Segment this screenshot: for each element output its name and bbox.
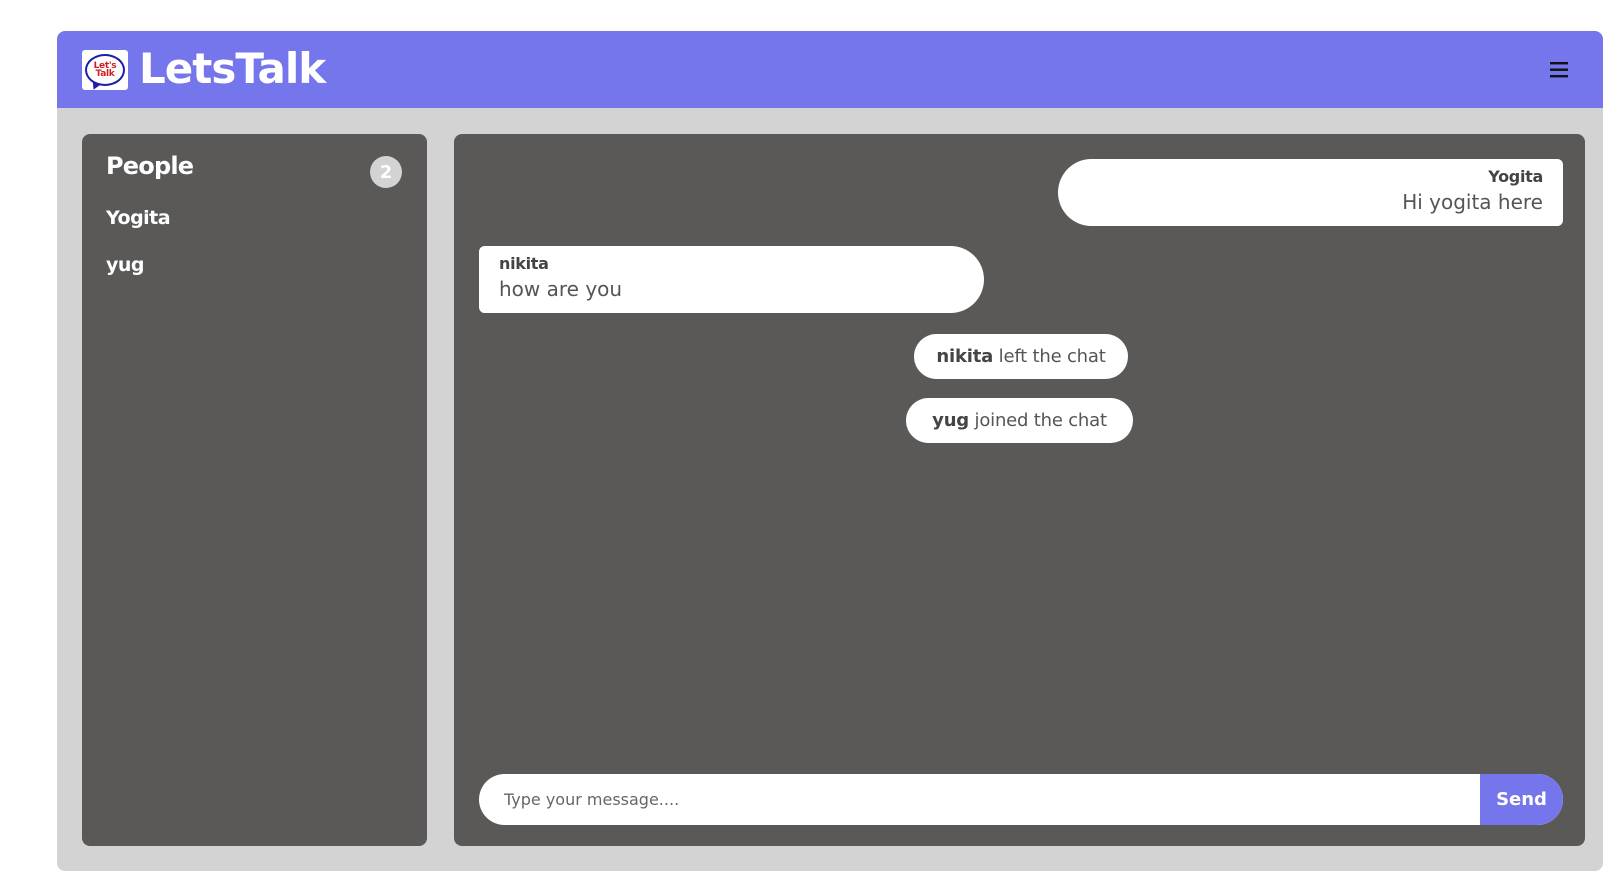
message-input[interactable] bbox=[479, 774, 1479, 825]
people-list: Yogita yug bbox=[106, 206, 171, 300]
message-sender: Yogita bbox=[1488, 167, 1543, 186]
people-item-yogita[interactable]: Yogita bbox=[106, 206, 171, 253]
chat-panel: Yogita Hi yogita here nikita how are you… bbox=[454, 134, 1585, 846]
people-count-badge: 2 bbox=[370, 156, 402, 188]
chat-notification-left: nikita left the chat bbox=[914, 334, 1128, 379]
chat-notification-joined: yug joined the chat bbox=[906, 398, 1133, 443]
send-button[interactable]: Send bbox=[1480, 774, 1563, 825]
speech-bubble-icon: Let's Talk bbox=[85, 54, 125, 86]
logo-text: Let's Talk bbox=[94, 62, 117, 79]
message-incoming: nikita how are you bbox=[479, 246, 984, 313]
logo-text-line2: Talk bbox=[95, 69, 115, 79]
message-own: Yogita Hi yogita here bbox=[1058, 159, 1563, 226]
notification-action: left the chat bbox=[998, 346, 1106, 367]
letstalk-logo[interactable]: Let's Talk bbox=[82, 50, 128, 90]
hamburger-menu-icon[interactable] bbox=[1545, 55, 1575, 85]
notification-action: joined the chat bbox=[974, 410, 1108, 431]
message-composer: Send bbox=[479, 774, 1563, 825]
people-panel: People 2 Yogita yug bbox=[82, 134, 427, 846]
top-navbar: Let's Talk LetsTalk bbox=[57, 31, 1603, 108]
people-item-yug[interactable]: yug bbox=[106, 253, 170, 300]
chat-app-window: Let's Talk LetsTalk People 2 Yogita yug … bbox=[57, 31, 1603, 871]
brand-title[interactable]: LetsTalk bbox=[139, 44, 326, 94]
message-sender: nikita bbox=[499, 254, 549, 273]
notification-user: yug bbox=[932, 410, 969, 431]
message-text: how are you bbox=[499, 277, 623, 301]
notification-user: nikita bbox=[936, 346, 994, 367]
message-text: Hi yogita here bbox=[1402, 190, 1543, 214]
people-title: People bbox=[106, 152, 194, 180]
